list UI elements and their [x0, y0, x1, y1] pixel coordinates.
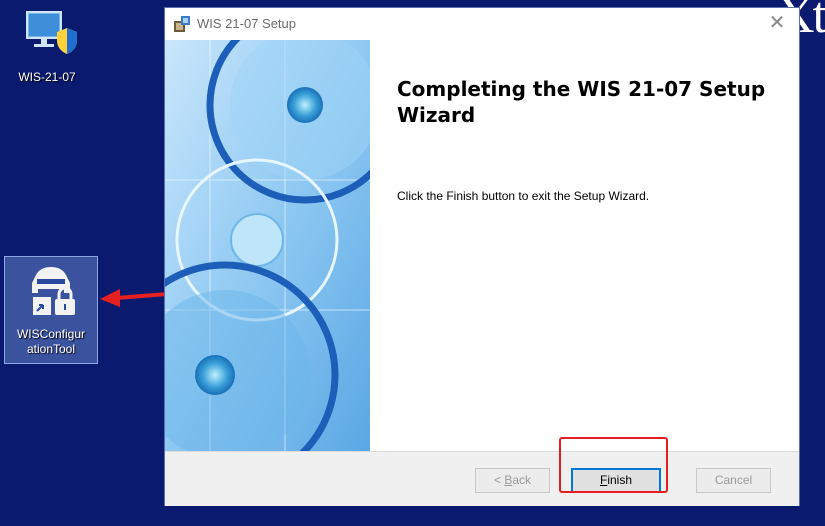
close-button[interactable]: ✕: [765, 12, 789, 34]
desktop-icon-wisconfigurationtool[interactable]: WISConfigur ationTool: [4, 256, 98, 364]
back-button-label: ack: [512, 473, 532, 487]
button-bar: < Back Finish Cancel: [165, 451, 799, 506]
cancel-button[interactable]: Cancel: [696, 468, 771, 493]
wizard-side-banner: [165, 40, 370, 451]
desktop-icon-label-line1: WISConfigur: [16, 327, 86, 341]
back-button-prefix: <: [493, 473, 505, 487]
finish-button[interactable]: Finish: [571, 468, 661, 493]
setup-dialog: WIS 21-07 Setup ✕ Completing the WIS 21-…: [165, 8, 799, 506]
window-title: WIS 21-07 Setup: [197, 16, 296, 31]
finish-button-label: inish: [607, 473, 633, 487]
wizard-message: Click the Finish button to exit the Setu…: [397, 189, 650, 203]
cancel-button-label: Cancel: [714, 473, 753, 487]
installer-icon: [174, 16, 190, 32]
title-bar[interactable]: WIS 21-07 Setup ✕: [165, 8, 799, 40]
back-button[interactable]: < Back: [475, 468, 550, 493]
car-lock-icon: [32, 267, 75, 315]
monitor-shield-icon: [26, 11, 77, 54]
desktop-icon-label-line2: ationTool: [26, 342, 76, 356]
wizard-heading: Completing the WIS 21-07 Setup Wizard: [397, 77, 766, 127]
desktop-icon-wis[interactable]: WIS-21-07: [8, 6, 86, 85]
close-icon: ✕: [768, 12, 786, 34]
desktop-icon-label: WIS-21-07: [18, 70, 76, 84]
